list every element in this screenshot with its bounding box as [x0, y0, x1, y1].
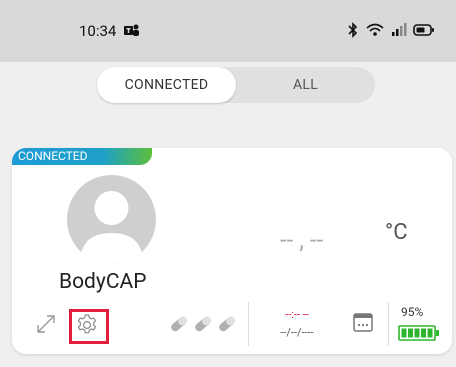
tab-all[interactable]: ALL — [236, 67, 375, 103]
status-badge: CONNECTED — [12, 148, 152, 165]
battery-icon — [413, 24, 434, 36]
segment-control: CONNECTED ALL — [97, 67, 375, 103]
battery-percent: 95% — [401, 305, 424, 319]
last-measure-date: --/--/---- — [280, 326, 314, 339]
gear-icon[interactable] — [75, 313, 99, 337]
person-icon — [80, 191, 143, 264]
signal-icon — [392, 23, 407, 36]
temperature-value: -- , -- — [280, 226, 324, 254]
status-icons — [347, 20, 435, 40]
device-card[interactable]: CONNECTED -- , -- °C BodyCAP --:-- -- --… — [12, 148, 452, 354]
device-name: BodyCAP — [59, 270, 147, 294]
divider — [248, 302, 249, 346]
pills-icon — [171, 316, 235, 332]
status-time: 10:34 — [79, 22, 117, 40]
calendar-icon[interactable] — [352, 311, 374, 333]
bluetooth-icon — [348, 22, 358, 38]
divider — [388, 302, 389, 346]
status-bar: 10:34 — [0, 0, 456, 62]
expand-icon[interactable] — [35, 313, 57, 335]
tab-connected[interactable]: CONNECTED — [97, 67, 236, 103]
device-battery-icon — [398, 325, 439, 341]
temperature-unit: °C — [385, 220, 408, 245]
last-measure-time: --:-- -- — [285, 308, 309, 321]
teams-icon — [124, 23, 140, 41]
avatar — [67, 175, 156, 264]
wifi-icon — [366, 23, 384, 36]
